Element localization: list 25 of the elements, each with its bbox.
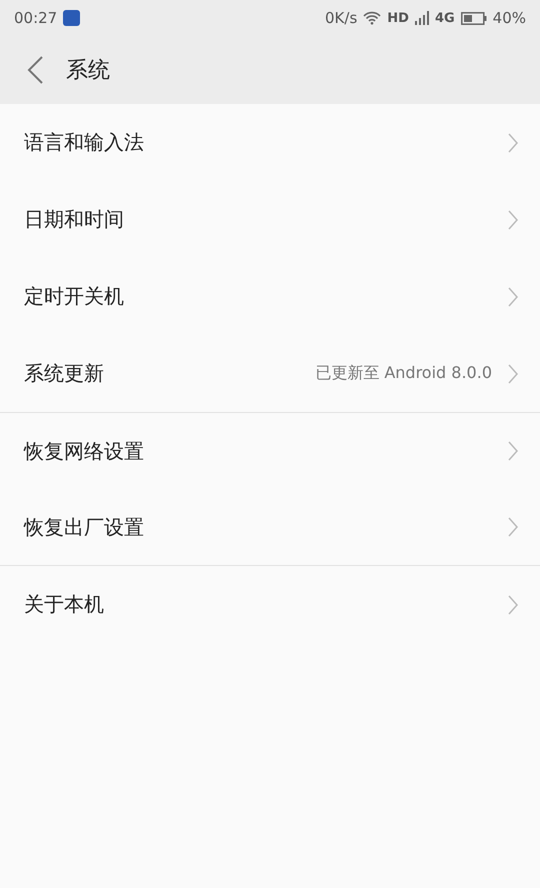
battery-level: 40%: [492, 9, 526, 27]
network-speed: 0K/s: [325, 9, 358, 27]
chevron-right-icon: [508, 364, 518, 384]
settings-item-value: 已更新至 Android 8.0.0: [315, 363, 492, 384]
hd-indicator: HD: [387, 10, 409, 26]
wifi-icon: [363, 11, 382, 25]
settings-item-label[interactable]: 日期和时间: [24, 206, 124, 233]
signal-icon: [414, 11, 429, 25]
chevron-right-icon: [508, 517, 518, 537]
status-time: 00:27: [14, 9, 58, 27]
settings-item-label[interactable]: 恢复出厂设置: [24, 514, 144, 540]
page-title: 系统: [66, 57, 110, 85]
settings-item-label[interactable]: 系统更新: [24, 360, 104, 387]
chevron-right-icon: [508, 132, 518, 152]
settings-item-label[interactable]: 关于本机: [24, 591, 104, 618]
settings-item-label[interactable]: 定时开关机: [24, 283, 124, 310]
chevron-right-icon: [508, 441, 518, 461]
settings-item-label[interactable]: 恢复网络设置: [24, 438, 144, 464]
network-type: 4G: [434, 10, 455, 26]
chevron-right-icon: [508, 210, 518, 230]
battery-icon: [460, 12, 487, 24]
app-notification-icon: [63, 10, 80, 26]
chevron-right-icon: [508, 594, 518, 614]
settings-item-label[interactable]: 语言和输入法: [24, 129, 144, 156]
chevron-right-icon: [508, 286, 518, 306]
